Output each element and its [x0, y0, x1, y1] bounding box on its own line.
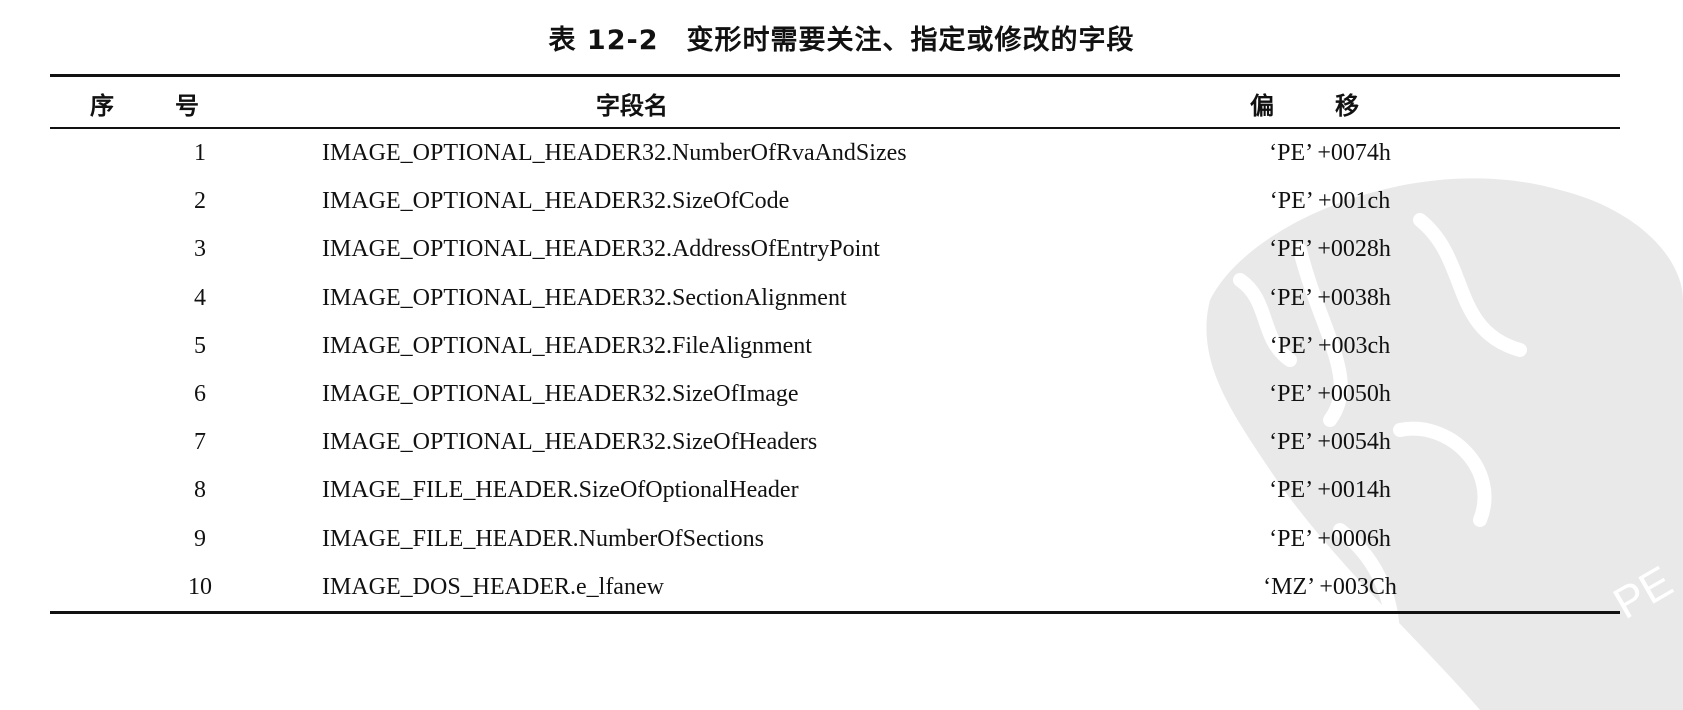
field-offset: ‘PE’ +0050h	[1269, 381, 1391, 407]
row-number: 4	[194, 284, 206, 311]
header-field-name: 字段名	[596, 92, 668, 120]
field-offset: ‘PE’ +0074h	[1269, 140, 1391, 166]
row-number: 1	[194, 140, 206, 166]
table-row: 1 IMAGE_OPTIONAL_HEADER32.NumberOfRvaAndS…	[50, 130, 1620, 178]
field-name: IMAGE_OPTIONAL_HEADER32.NumberOfRvaAndSi…	[322, 140, 907, 166]
field-name: IMAGE_FILE_HEADER.NumberOfSections	[322, 525, 764, 552]
table-row: 9 IMAGE_FILE_HEADER.NumberOfSections ‘PE’ …	[50, 516, 1620, 564]
header-no-a: 序	[90, 92, 114, 120]
row-number: 2	[194, 188, 206, 215]
field-offset: ‘PE’ +0014h	[1269, 477, 1391, 504]
table-caption: 表 12-2 变形时需要关注、指定或修改的字段	[548, 25, 1135, 56]
row-number: 9	[194, 525, 206, 552]
table-row: 8 IMAGE_FILE_HEADER.SizeOfOptionalHeader ‘…	[50, 467, 1620, 515]
field-name: IMAGE_OPTIONAL_HEADER32.AddressOfEntryPo…	[322, 236, 880, 263]
field-name: IMAGE_DOS_HEADER.e_lfanew	[322, 573, 664, 600]
row-number: 8	[194, 477, 206, 504]
field-name: IMAGE_OPTIONAL_HEADER32.SectionAlignment	[322, 284, 847, 311]
row-number: 3	[194, 236, 206, 263]
table-row: 3 IMAGE_OPTIONAL_HEADER32.AddressOfEntryP…	[50, 226, 1620, 274]
table-row: 6 IMAGE_OPTIONAL_HEADER32.SizeOfImage ‘PE’…	[50, 371, 1620, 419]
field-name: IMAGE_OPTIONAL_HEADER32.SizeOfHeaders	[322, 429, 818, 456]
header-rule	[50, 127, 1620, 129]
field-name: IMAGE_OPTIONAL_HEADER32.SizeOfCode	[322, 188, 790, 215]
header-no-b: 号	[175, 92, 199, 120]
table-row: 4 IMAGE_OPTIONAL_HEADER32.SectionAlignmen…	[50, 275, 1620, 323]
top-rule	[50, 74, 1620, 77]
field-name: IMAGE_OPTIONAL_HEADER32.FileAlignment	[322, 332, 812, 359]
field-offset: ‘MZ’ +003Ch	[1263, 573, 1397, 600]
row-number: 10	[188, 573, 212, 600]
field-name: IMAGE_FILE_HEADER.SizeOfOptionalHeader	[322, 477, 799, 504]
row-number: 5	[194, 332, 206, 359]
field-offset: ‘PE’ +001ch	[1269, 188, 1391, 215]
row-number: 6	[194, 381, 206, 407]
bottom-rule	[50, 611, 1620, 614]
table-row: 10 IMAGE_DOS_HEADER.e_lfanew ‘MZ’ +003Ch	[50, 564, 1620, 612]
table-row: 5 IMAGE_OPTIONAL_HEADER32.FileAlignment ‘P…	[50, 323, 1620, 371]
field-offset: ‘PE’ +0038h	[1269, 284, 1391, 311]
table-row: 7 IMAGE_OPTIONAL_HEADER32.SizeOfHeaders ‘P…	[50, 419, 1620, 467]
field-offset: ‘PE’ +0054h	[1269, 429, 1391, 456]
field-name: IMAGE_OPTIONAL_HEADER32.SizeOfImage	[322, 381, 799, 407]
header-offset-a: 偏	[1250, 92, 1274, 120]
field-offset: ‘PE’ +003ch	[1269, 332, 1391, 359]
header-offset-b: 移	[1335, 92, 1359, 120]
table-row: 2 IMAGE_OPTIONAL_HEADER32.SizeOfCode ‘PE’ …	[50, 178, 1620, 226]
field-offset: ‘PE’ +0028h	[1269, 236, 1391, 263]
field-offset: ‘PE’ +0006h	[1269, 525, 1391, 552]
row-number: 7	[194, 429, 206, 456]
